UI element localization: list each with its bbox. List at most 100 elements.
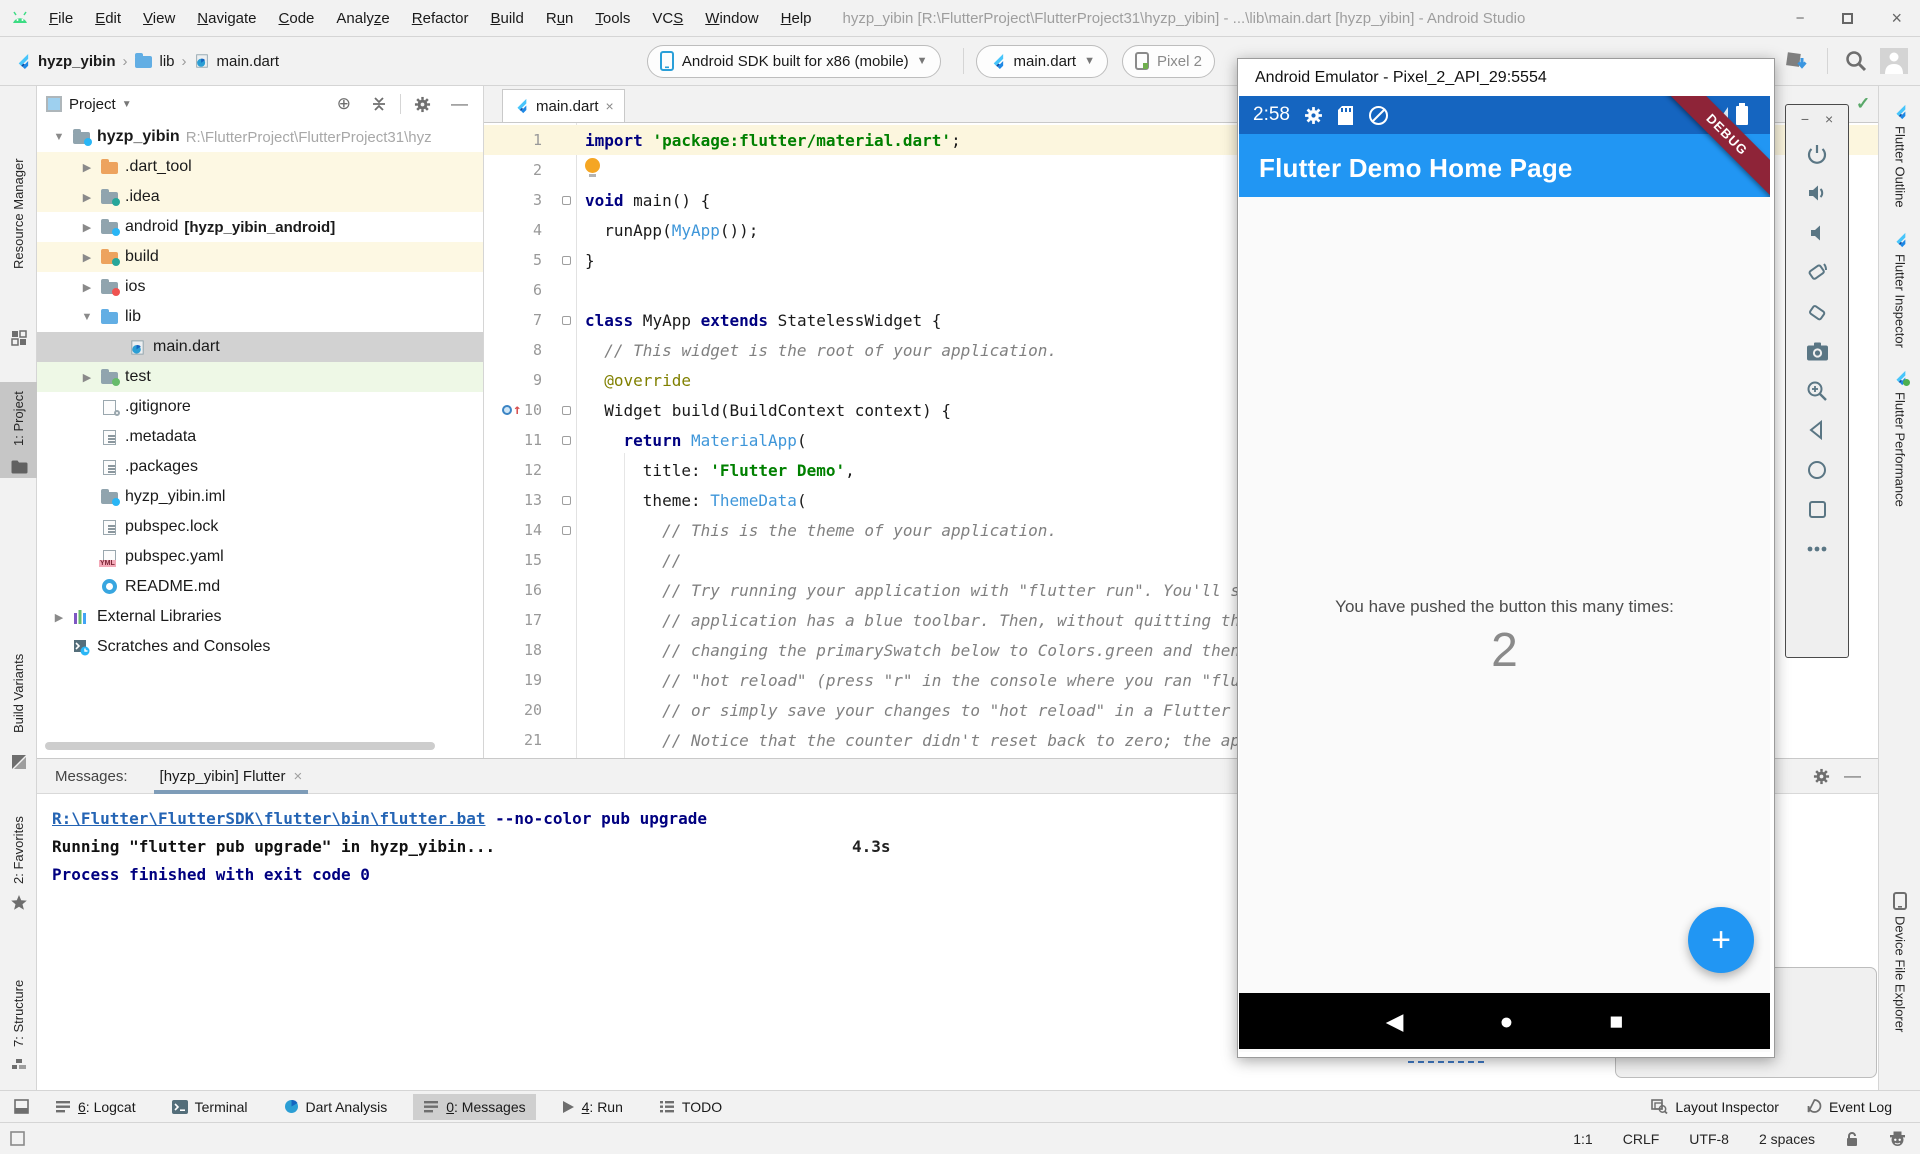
fold-marker-icon[interactable] (562, 526, 571, 535)
line-number[interactable]: 8 (484, 341, 542, 359)
fold-marker-icon[interactable] (562, 316, 571, 325)
hide-panel-icon[interactable]: — (1837, 766, 1868, 786)
hide-panel-icon[interactable]: — (444, 94, 475, 114)
line-number[interactable]: 16 (484, 581, 542, 599)
horizontal-scrollbar[interactable] (45, 742, 435, 750)
right-strip-flutter-inspector[interactable]: Flutter Inspector (1879, 232, 1920, 362)
intention-bulb-icon[interactable] (585, 158, 600, 173)
breadcrumb-file[interactable]: main.dart (217, 53, 280, 70)
toolwindow-4-run[interactable]: 4: Run (552, 1094, 633, 1120)
toolwindow-6-logcat[interactable]: 6: Logcat (45, 1094, 146, 1120)
tree-item-test[interactable]: ▶test (37, 362, 483, 392)
tree-collapsed-arrow-icon[interactable]: ▶ (79, 221, 95, 234)
tree-item-ios[interactable]: ▶ios (37, 272, 483, 302)
indent-style[interactable]: 2 spaces (1759, 1131, 1815, 1147)
tree-item-pubspec-yaml[interactable]: YMLpubspec.yaml (37, 542, 483, 572)
sdk-manager-icon[interactable] (1783, 48, 1809, 74)
more-button[interactable] (1804, 536, 1830, 562)
fab-increment-button[interactable]: + (1688, 907, 1754, 973)
line-number[interactable]: 5 (484, 251, 542, 269)
tree-item-scratches-and-consoles[interactable]: Scratches and Consoles (37, 632, 483, 662)
toolwindow-terminal[interactable]: Terminal (162, 1094, 258, 1120)
tree-item--gitignore[interactable]: .gitignore (37, 392, 483, 422)
minimize-window-icon[interactable]: − (1796, 10, 1805, 27)
back-button[interactable] (1804, 417, 1830, 443)
breadcrumb-lib[interactable]: lib (160, 53, 175, 70)
run-config-dropdown[interactable]: main.dart ▼ (976, 45, 1108, 78)
lock-icon[interactable] (1845, 1131, 1859, 1147)
line-number[interactable]: 12 (484, 461, 542, 479)
close-window-icon[interactable]: × (1825, 111, 1833, 127)
menu-edit[interactable]: Edit (86, 6, 130, 31)
menu-run[interactable]: Run (537, 6, 583, 31)
inspection-status-icon[interactable]: ✓ (1856, 94, 1870, 114)
device-selector-dropdown[interactable]: Android SDK built for x86 (mobile) ▼ (647, 45, 941, 78)
menu-analyze[interactable]: Analyze (327, 6, 398, 31)
line-number[interactable]: 15 (484, 551, 542, 569)
restore-window-icon[interactable] (1842, 13, 1853, 24)
tree-collapsed-arrow-icon[interactable]: ▶ (79, 371, 95, 384)
menu-window[interactable]: Window (696, 6, 767, 31)
fold-marker-icon[interactable] (562, 496, 571, 505)
camera-button[interactable] (1804, 338, 1830, 364)
toolwindow-0-messages[interactable]: 0: Messages (413, 1094, 535, 1120)
status-toggle-icon[interactable] (10, 1131, 25, 1146)
tool-window-toggle-icon[interactable] (14, 1099, 29, 1114)
tree-item-lib[interactable]: ▼lib (37, 302, 483, 332)
tree-item-hyzp-yibin-iml[interactable]: hyzp_yibin.iml (37, 482, 483, 512)
tree-item-external-libraries[interactable]: ▶External Libraries (37, 602, 483, 632)
tree-item--dart-tool[interactable]: ▶.dart_tool (37, 152, 483, 182)
volume-up-button[interactable] (1804, 180, 1830, 206)
inspections-profile-icon[interactable] (1889, 1131, 1906, 1147)
line-number[interactable]: 19 (484, 671, 542, 689)
tree-item--packages[interactable]: .packages (37, 452, 483, 482)
menu-help[interactable]: Help (772, 6, 821, 31)
emulator-screen[interactable]: 2:58 Flutter Demo Home Page DEBUG You ha… (1239, 96, 1770, 1052)
power-button[interactable] (1804, 141, 1830, 167)
breadcrumb-project[interactable]: hyzp_yibin (38, 53, 116, 70)
line-separator[interactable]: CRLF (1623, 1131, 1660, 1147)
line-number[interactable]: 6 (484, 281, 542, 299)
line-number[interactable]: 20 (484, 701, 542, 719)
nav-overview-button[interactable]: ■ (1609, 1008, 1623, 1035)
tree-item--idea[interactable]: ▶.idea (37, 182, 483, 212)
overview-button[interactable] (1804, 496, 1830, 522)
line-number[interactable]: 21 (484, 731, 542, 749)
settings-gear-icon[interactable] (1806, 768, 1837, 785)
toolwindow-dart-analysis[interactable]: Dart Analysis (274, 1094, 398, 1120)
emulator-window[interactable]: Android Emulator - Pixel_2_API_29:5554 2… (1237, 58, 1775, 1058)
caret-position[interactable]: 1:1 (1573, 1131, 1592, 1147)
tree-collapsed-arrow-icon[interactable]: ▶ (79, 251, 95, 264)
tree-item-hyzp-yibin[interactable]: ▼hyzp_yibin R:\FlutterProject\FlutterPro… (37, 122, 483, 152)
pixel-device-button[interactable]: Pixel 2 (1122, 45, 1215, 78)
project-view-selector[interactable]: Project (69, 96, 116, 113)
right-strip-device-file-explorer[interactable]: Device File Explorer (1879, 892, 1920, 1088)
settings-gear-icon[interactable] (407, 96, 438, 113)
rotate-left-button[interactable] (1804, 259, 1830, 285)
left-strip-7-structure[interactable]: 7: Structure (0, 974, 37, 1074)
tab-main-dart[interactable]: main.dart × (502, 89, 625, 122)
search-everywhere-icon[interactable] (1844, 49, 1868, 73)
tree-collapsed-arrow-icon[interactable]: ▶ (79, 281, 95, 294)
zoom-button[interactable] (1804, 378, 1830, 404)
menu-build[interactable]: Build (481, 6, 532, 31)
tree-collapsed-arrow-icon[interactable]: ▶ (79, 191, 95, 204)
rotate-right-button[interactable] (1804, 299, 1830, 325)
fold-marker-icon[interactable] (562, 196, 571, 205)
close-tab-icon[interactable]: × (606, 98, 614, 114)
menu-file[interactable]: File (40, 6, 82, 31)
right-strip-flutter-outline[interactable]: Flutter Outline (1879, 104, 1920, 220)
line-number[interactable]: 11 (484, 431, 542, 449)
right-strip-flutter-performance[interactable]: Flutter Performance (1879, 370, 1920, 538)
minimize-window-icon[interactable]: − (1801, 111, 1809, 127)
file-encoding[interactable]: UTF-8 (1689, 1131, 1729, 1147)
close-window-icon[interactable]: × (1891, 8, 1902, 29)
tree-expanded-arrow-icon[interactable]: ▼ (51, 131, 67, 143)
line-number[interactable]: 17 (484, 611, 542, 629)
emulator-title-bar[interactable]: Android Emulator - Pixel_2_API_29:5554 (1238, 59, 1774, 96)
avatar[interactable] (1880, 48, 1908, 74)
left-strip-1-project[interactable]: 1: Project (0, 382, 37, 478)
menu-vcs[interactable]: VCS (643, 6, 692, 31)
tree-collapsed-arrow-icon[interactable]: ▶ (79, 161, 95, 174)
tree-item-build[interactable]: ▶build (37, 242, 483, 272)
